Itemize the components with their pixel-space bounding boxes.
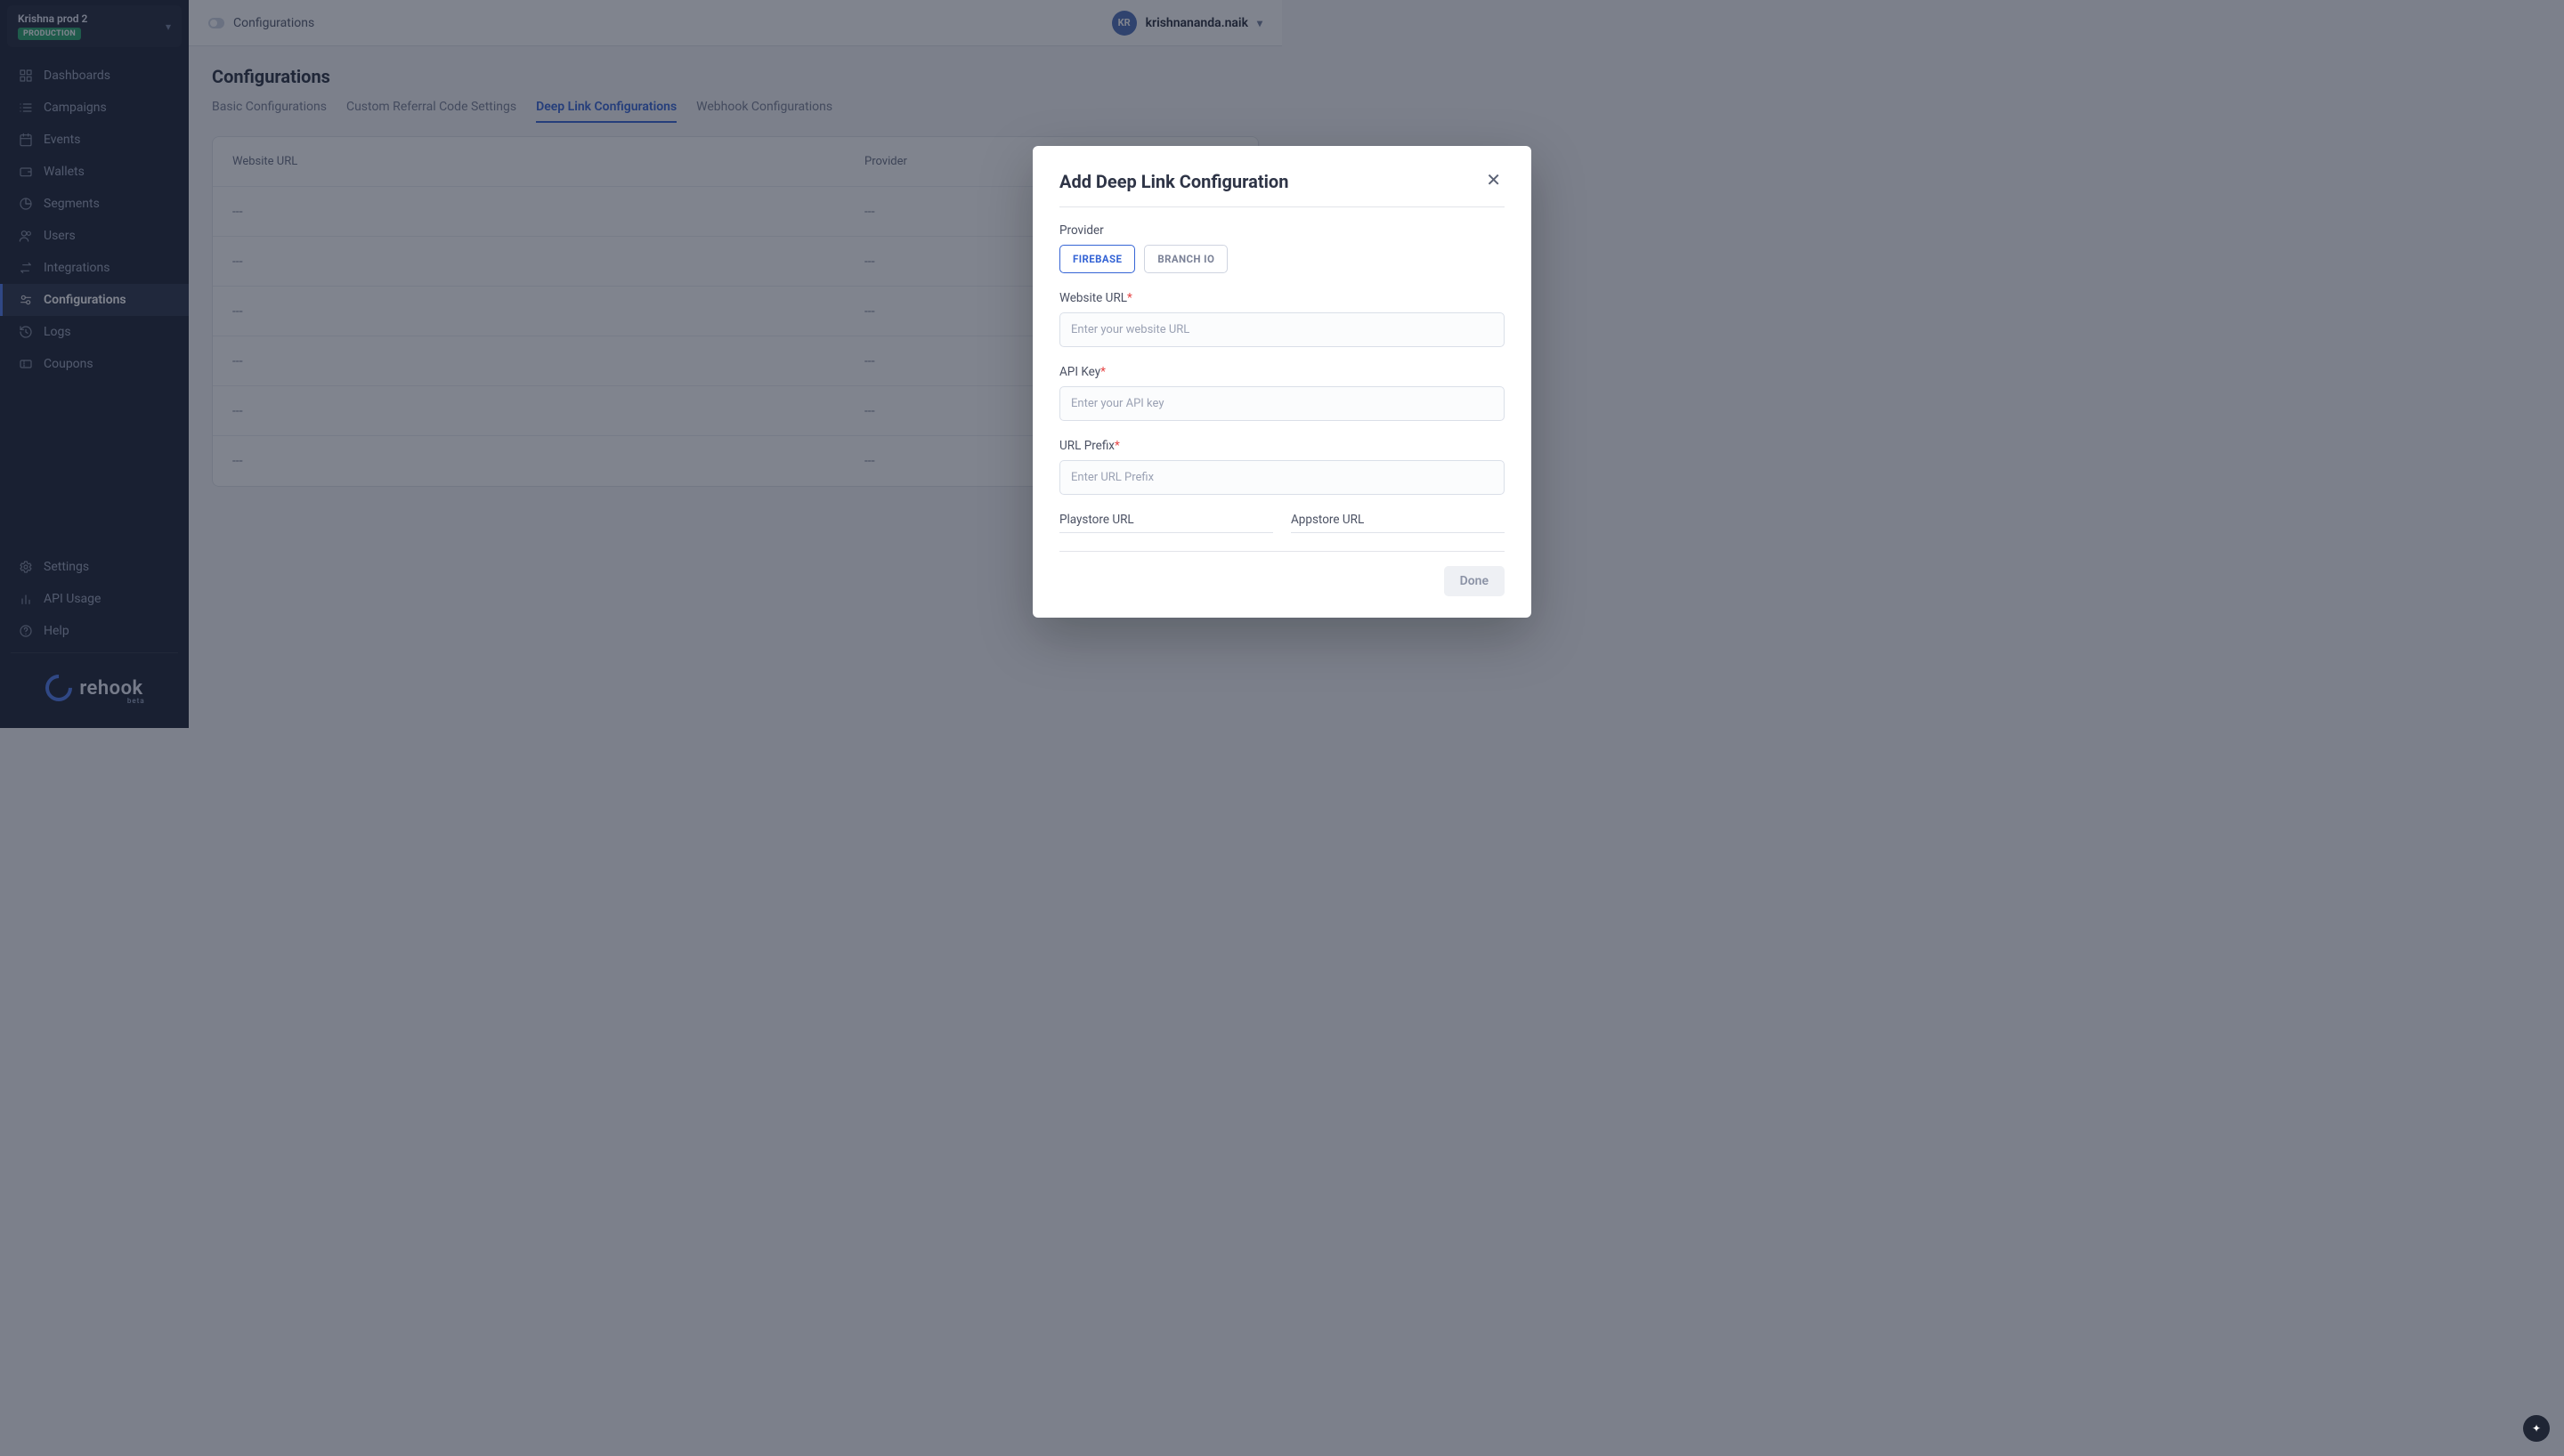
modal-title: Add Deep Link Configuration [1059,171,1288,192]
website-url-label: Website URL* [1059,291,1505,305]
add-deeplink-modal: Add Deep Link Configuration ✕ Provider F… [1033,146,1531,618]
api-key-input[interactable] [1059,386,1505,421]
done-button[interactable]: Done [1444,566,1505,596]
provider-options: FIREBASE BRANCH IO [1059,245,1505,273]
modal-footer: Done [1059,551,1505,596]
store-urls: Playstore URL Appstore URL [1059,513,1505,533]
close-icon[interactable]: ✕ [1482,167,1505,192]
url-prefix-input[interactable] [1059,460,1505,495]
api-key-label: API Key* [1059,365,1505,379]
website-url-input[interactable] [1059,312,1505,347]
provider-firebase[interactable]: FIREBASE [1059,245,1135,273]
appstore-url-label: Appstore URL [1291,513,1505,533]
provider-branch-io[interactable]: BRANCH IO [1144,245,1228,273]
playstore-url-label: Playstore URL [1059,513,1273,533]
help-fab[interactable]: ✦ [2523,1415,2550,1442]
modal-overlay: Add Deep Link Configuration ✕ Provider F… [0,0,2564,1456]
provider-label: Provider [1059,223,1505,238]
url-prefix-label: URL Prefix* [1059,439,1505,453]
divider [1059,206,1505,207]
